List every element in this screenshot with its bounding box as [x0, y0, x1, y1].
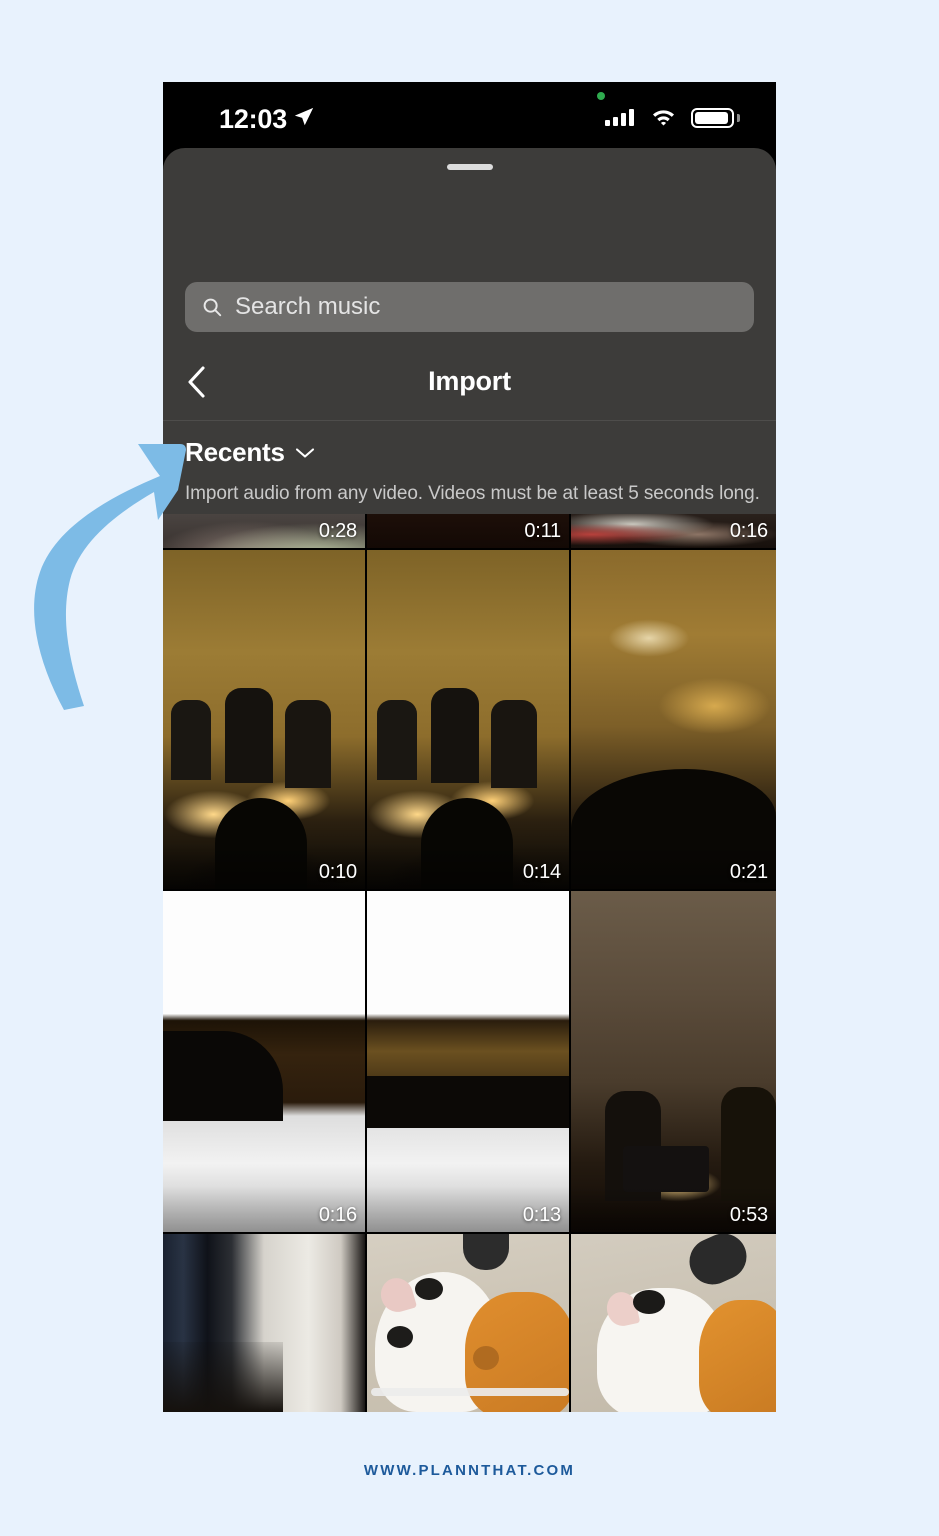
navigation-bar: Import: [163, 345, 776, 421]
cat-black-patch: [387, 1326, 413, 1348]
video-duration: 0:16: [318, 1204, 357, 1226]
musician-silhouette: [377, 700, 417, 780]
violinist-silhouette: [721, 1087, 776, 1201]
video-duration: 0:11: [524, 520, 561, 542]
musician-silhouette: [285, 700, 331, 788]
cat-black-patch: [633, 1290, 665, 1314]
video-cell[interactable]: 0:11: [367, 514, 571, 548]
video-duration: 0:21: [729, 861, 768, 883]
sheet-drag-handle[interactable]: [446, 164, 493, 170]
import-sheet: Search music Import Recents Import audio…: [163, 148, 776, 1412]
video-duration: 0:13: [522, 1204, 561, 1226]
chevron-down-icon: [295, 447, 314, 458]
floor-shadow: [163, 1342, 283, 1412]
video-cell[interactable]: 0:53: [571, 891, 776, 1232]
battery-full-icon: [691, 108, 734, 128]
video-cell[interactable]: 0:13: [367, 891, 571, 1232]
recording-indicator-dot: [597, 92, 605, 100]
status-bar-clock: 12:03: [219, 104, 288, 134]
audience-silhouette: [367, 1076, 569, 1128]
musician-silhouette: [491, 700, 537, 788]
page-root: 12:03 Search music Import Recents Import…: [0, 0, 939, 1536]
video-duration: 0:53: [729, 1204, 768, 1226]
video-thumbnail: [367, 891, 569, 1232]
search-icon: [203, 298, 222, 317]
video-cell[interactable]: [367, 1234, 571, 1412]
search-placeholder-text: Search music: [235, 293, 381, 320]
video-cell[interactable]: 0:16: [571, 514, 776, 548]
recents-hint-text: Import audio from any video. Videos must…: [185, 483, 760, 504]
search-input[interactable]: Search music: [185, 282, 754, 332]
video-duration: 0:16: [729, 520, 768, 542]
musician-silhouette: [225, 688, 273, 783]
video-duration: 0:28: [318, 520, 357, 542]
video-cell[interactable]: [163, 1234, 367, 1412]
video-cell[interactable]: 0:21: [571, 550, 776, 889]
page-title: Import: [428, 366, 511, 396]
video-cell[interactable]: [571, 1234, 776, 1412]
footer-website-url: WWW.PLANNTHAT.COM: [363, 1462, 576, 1479]
battery-tip-icon: [737, 114, 740, 122]
video-grid: 0:28 0:11 0:16 0:10 0:14 0:21 0:16 0:13 …: [163, 514, 776, 1412]
annotation-arrow-icon: [34, 444, 186, 710]
ginger-cat: [699, 1300, 776, 1412]
cellular-bars-icon: [605, 108, 634, 126]
ginger-cat-ear: [473, 1346, 499, 1370]
video-duration: 0:10: [318, 861, 357, 883]
video-cell[interactable]: 0:16: [163, 891, 367, 1232]
status-bar: 12:03: [163, 82, 776, 148]
wifi-icon: [652, 110, 675, 126]
home-indicator-bar[interactable]: [370, 1388, 569, 1396]
musician-silhouette: [431, 688, 479, 783]
phone-screenshot: 12:03 Search music Import Recents Import…: [163, 82, 776, 1412]
location-arrow-icon: [294, 107, 314, 126]
video-duration: 0:14: [522, 861, 561, 883]
cat-black-patch: [415, 1278, 443, 1300]
video-cell[interactable]: 0:14: [367, 550, 571, 889]
